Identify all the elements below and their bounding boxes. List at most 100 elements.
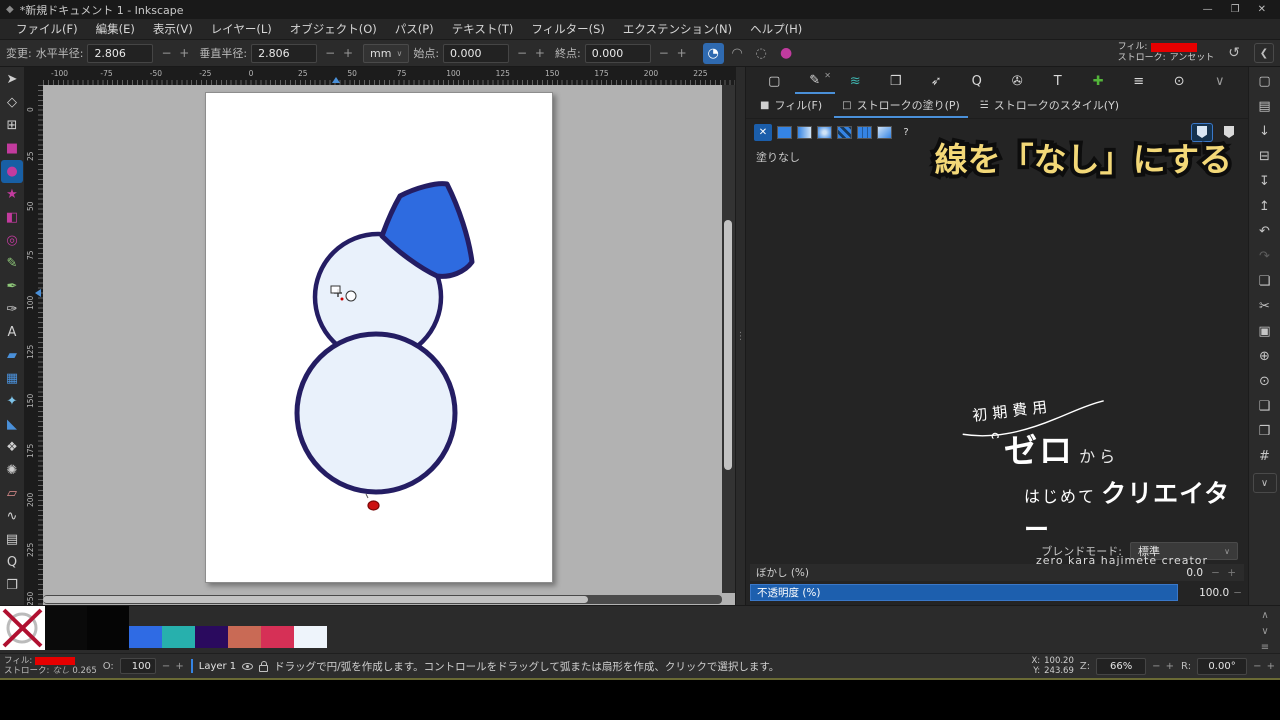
unknown-paint-button[interactable]: ? xyxy=(897,124,915,141)
mesh-gradient-button[interactable] xyxy=(877,126,892,139)
ry-input[interactable]: 2.806 xyxy=(251,44,317,63)
extensions-dialog-icon[interactable]: ✚ xyxy=(1078,68,1119,94)
spray-tool[interactable]: ✺ xyxy=(1,459,23,482)
tab-fill[interactable]: ■ フィル(F) xyxy=(752,94,830,118)
rx-input[interactable]: 2.806 xyxy=(87,44,153,63)
opacity-slider[interactable]: 不透明度 (%) xyxy=(750,584,1178,601)
no-paint-button[interactable]: ✕ xyxy=(754,124,772,141)
page-tool[interactable]: ▤ xyxy=(1,528,23,551)
menu-item-edit[interactable]: 編集(E) xyxy=(88,19,143,39)
menu-item-layer[interactable]: レイヤー(L) xyxy=(203,19,280,39)
red-dot-ellipse[interactable] xyxy=(368,501,379,510)
paint-bucket-tool[interactable]: ◣ xyxy=(1,413,23,436)
minimize-button[interactable]: — xyxy=(1203,4,1213,15)
palette-scroll-up[interactable]: ∧ xyxy=(1261,608,1268,622)
connector-tool[interactable]: ∿ xyxy=(1,505,23,528)
close-button[interactable]: ✕ xyxy=(1258,4,1266,15)
copy-icon[interactable]: ❏ xyxy=(1252,269,1278,294)
menu-item-extensions[interactable]: エクステンション(N) xyxy=(615,19,740,39)
menu-item-object[interactable]: オブジェクト(O) xyxy=(282,19,385,39)
trace-dialog-icon[interactable]: ⊙ xyxy=(1159,68,1200,94)
menu-item-help[interactable]: ヘルプ(H) xyxy=(742,19,810,39)
node-tool[interactable]: ◇ xyxy=(1,91,23,114)
canvas[interactable]: -100-75-50-25025507510012515017520022525… xyxy=(25,67,735,605)
text-dialog-icon[interactable]: T xyxy=(1038,68,1079,94)
rx-stepper[interactable]: − + xyxy=(161,46,191,60)
ellipse-tool[interactable]: ● xyxy=(1,160,23,183)
path-effects-dialog-icon[interactable]: ➶ xyxy=(916,68,957,94)
pen-tool[interactable]: ✒ xyxy=(1,275,23,298)
flat-color-button[interactable] xyxy=(777,126,792,139)
tweak-tool[interactable]: ❖ xyxy=(1,436,23,459)
start-stepper[interactable]: − + xyxy=(517,46,547,60)
swatch-white-blue[interactable] xyxy=(294,626,327,648)
end-stepper[interactable]: − + xyxy=(659,46,689,60)
restore-button[interactable]: ❐ xyxy=(1231,4,1240,15)
layer-lock-icon[interactable] xyxy=(259,665,268,672)
fill-color-chip[interactable] xyxy=(35,657,75,665)
vertical-ruler[interactable]: 0255075100125150175200225250275 xyxy=(25,85,43,605)
paste-icon[interactable]: ▣ xyxy=(1252,319,1278,344)
swatch-none[interactable] xyxy=(0,606,45,650)
open-document-icon[interactable]: ▤ xyxy=(1252,94,1278,119)
zoom-selection-icon[interactable]: ⊙ xyxy=(1252,369,1278,394)
selector-tool[interactable]: ➤ xyxy=(1,68,23,91)
swatch-black-1[interactable] xyxy=(45,606,87,650)
import-icon[interactable]: ↧ xyxy=(1252,169,1278,194)
snap-bar-collapse-button[interactable]: ❮ xyxy=(1254,43,1274,63)
close-dialog-icon[interactable]: ✕ xyxy=(824,71,831,80)
zoom-tool[interactable]: Q xyxy=(1,551,23,574)
arc-mode-slice-button[interactable]: ◔ xyxy=(703,43,724,64)
align-dialog-icon[interactable]: ≡ xyxy=(1119,68,1160,94)
swatch-blue[interactable] xyxy=(129,626,162,648)
export-icon[interactable]: ↥ xyxy=(1252,194,1278,219)
radial-gradient-button[interactable] xyxy=(817,126,832,139)
find-dialog-icon[interactable]: Q xyxy=(957,68,998,94)
redo-icon[interactable]: ↷ xyxy=(1252,244,1278,269)
undo-icon[interactable]: ↶ xyxy=(1252,219,1278,244)
commands-more-button[interactable]: ∨ xyxy=(1253,473,1277,493)
document-dialog-icon[interactable]: ▢ xyxy=(754,68,795,94)
menu-item-file[interactable]: ファイル(F) xyxy=(8,19,86,39)
swatch-crimson[interactable] xyxy=(261,626,294,648)
spiral-tool[interactable]: ◎ xyxy=(1,229,23,252)
more-dialogs-icon[interactable]: ∨ xyxy=(1200,68,1241,94)
make-whole-ellipse-button[interactable]: ● xyxy=(776,45,797,61)
rotation-input[interactable]: 0.00° xyxy=(1197,658,1247,675)
zoom-input[interactable]: 66% xyxy=(1096,658,1146,675)
layer-selector[interactable]: Layer 1 xyxy=(199,661,236,672)
opacity-stepper[interactable]: − xyxy=(1233,587,1242,599)
unit-dropdown[interactable]: mm ∨ xyxy=(363,44,409,63)
panel-divider-grip[interactable]: ⋮ xyxy=(735,67,745,605)
print-icon[interactable]: ⊟ xyxy=(1252,144,1278,169)
menu-item-text[interactable]: テキスト(T) xyxy=(444,19,522,39)
object-opacity-stepper[interactable]: − + xyxy=(162,661,185,672)
menu-item-filters[interactable]: フィルター(S) xyxy=(523,19,613,39)
objects-dialog-icon[interactable]: ❒ xyxy=(876,68,917,94)
group-icon[interactable]: ❑ xyxy=(1252,394,1278,419)
layer-visibility-icon[interactable] xyxy=(242,663,253,670)
layers-dialog-icon[interactable]: ≋ xyxy=(835,68,876,94)
swatch-teal[interactable] xyxy=(162,626,195,648)
palette-menu-icon[interactable]: ≡ xyxy=(1261,640,1269,654)
ungroup-icon[interactable]: ❒ xyxy=(1252,419,1278,444)
gradient-tool[interactable]: ▰ xyxy=(1,344,23,367)
swatch-indigo[interactable] xyxy=(195,626,228,648)
eraser-tool[interactable]: ▱ xyxy=(1,482,23,505)
pages-tool[interactable]: ❐ xyxy=(1,574,23,597)
pattern-button[interactable] xyxy=(837,126,852,139)
pencil-tool[interactable]: ✎ xyxy=(1,252,23,275)
new-document-icon[interactable]: ▢ xyxy=(1252,69,1278,94)
ry-stepper[interactable]: − + xyxy=(325,46,355,60)
star-tool[interactable]: ★ xyxy=(1,183,23,206)
arc-mode-arc-button[interactable]: ◠ xyxy=(727,43,748,64)
cut-icon[interactable]: ✂ xyxy=(1252,294,1278,319)
menu-item-view[interactable]: 表示(V) xyxy=(145,19,201,39)
mesh-gradient-tool[interactable]: ▦ xyxy=(1,367,23,390)
horizontal-ruler[interactable]: -100-75-50-25025507510012515017520022525… xyxy=(43,67,735,85)
menu-item-path[interactable]: パス(P) xyxy=(387,19,442,39)
text-tool[interactable]: A xyxy=(1,321,23,344)
arc-mode-chord-button[interactable]: ◌ xyxy=(751,43,772,64)
calligraphy-tool[interactable]: ✑ xyxy=(1,298,23,321)
palette-scroll-down[interactable]: ∨ xyxy=(1261,624,1268,638)
